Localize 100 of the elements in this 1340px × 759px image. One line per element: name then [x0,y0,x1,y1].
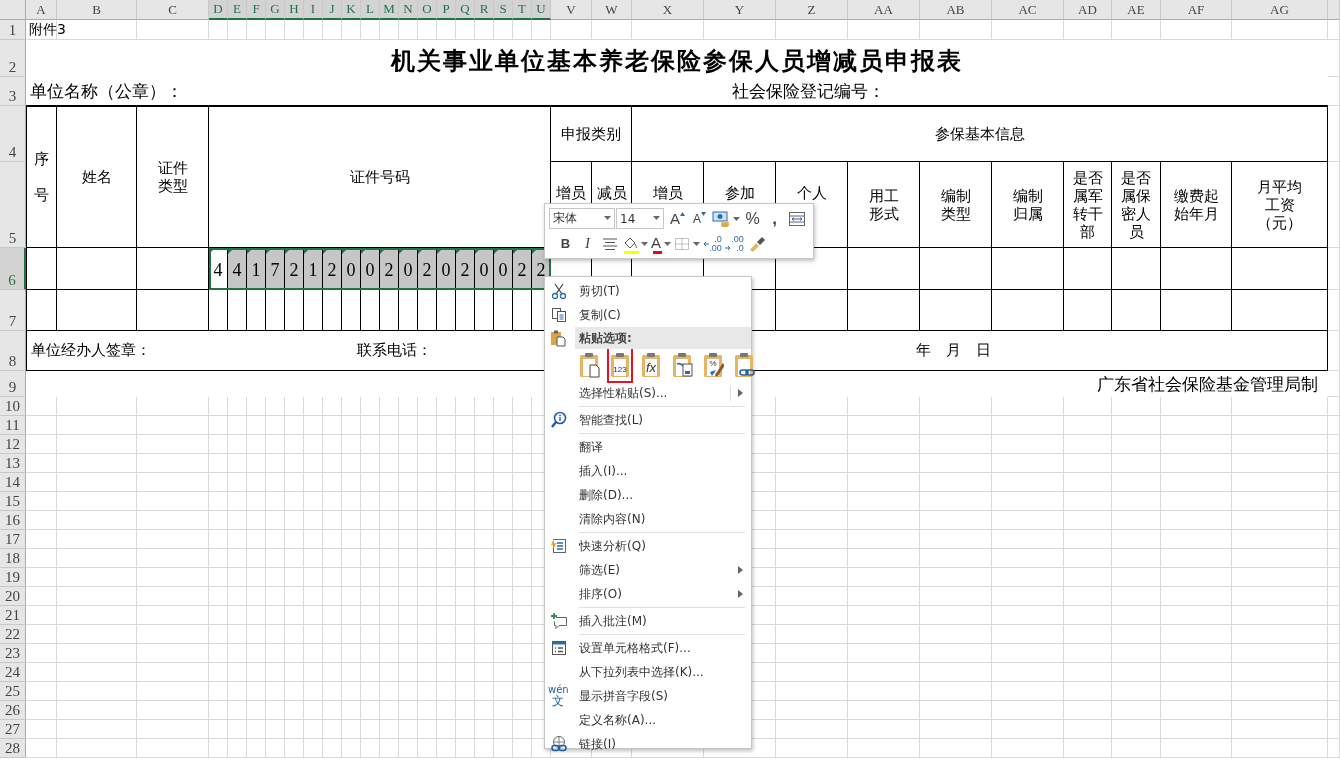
column-letter[interactable]: G [266,0,285,20]
column-letter[interactable]: AB [920,0,992,20]
row-number[interactable]: 10 [0,397,26,416]
column-letter[interactable]: K [342,0,361,20]
header-cell: 缴费起始年月 [1161,162,1232,248]
table-cell: 0 [361,248,380,290]
table-cell: 2 [380,248,399,290]
header-cell: 证件类型 [137,106,209,248]
row-number[interactable]: 25 [0,682,26,701]
row-number[interactable]: 16 [0,511,26,530]
column-letter[interactable]: AC [992,0,1064,20]
column-letter[interactable]: F [247,0,266,20]
row-number[interactable]: 8 [0,331,26,371]
table-cell: 2 [513,248,532,290]
column-letter[interactable]: H [285,0,304,20]
column-letter[interactable]: R [475,0,494,20]
table-cell: 2 [418,248,437,290]
column-letter[interactable]: M [380,0,399,20]
row-number[interactable]: 2 [0,40,26,77]
row-number[interactable]: 28 [0,739,26,758]
row-number[interactable]: 17 [0,530,26,549]
column-letter[interactable]: E [228,0,247,20]
column-letter[interactable]: O [418,0,437,20]
column-letter[interactable]: S [494,0,513,20]
column-letter[interactable]: X [632,0,704,20]
unit-name-label: 单位名称（公章）： [26,77,704,106]
column-letter[interactable]: A [26,0,57,20]
row-number[interactable]: 22 [0,625,26,644]
header-cell: 编制类型 [920,162,992,248]
column-letter[interactable]: C [137,0,209,20]
menu-item[interactable]: 设置单元格格式(F)... [545,636,751,660]
column-letter[interactable]: AG [1232,0,1328,20]
percent-button[interactable]: % [742,207,763,230]
column-letter[interactable]: Z [776,0,848,20]
column-letter[interactable]: L [361,0,380,20]
table-cell: 2 [285,248,304,290]
menu-item[interactable]: 删除(D)... [545,483,751,507]
menu-item[interactable]: 筛选(E) [545,558,751,582]
font-size-field[interactable]: 14 [616,208,664,229]
increase-font-button[interactable]: A [667,207,688,230]
column-letter[interactable]: B [57,0,137,20]
row-number[interactable]: 1 [0,20,26,40]
row-number[interactable]: 18 [0,549,26,568]
row-number[interactable]: 24 [0,663,26,682]
column-letter[interactable]: AF [1161,0,1232,20]
column-letter[interactable]: V [551,0,592,20]
row-number[interactable]: 26 [0,701,26,720]
header-cell: 编制归属 [992,162,1064,248]
form-title: 机关事业单位基本养老保险参保人员增减员申报表 [26,40,1328,77]
menu-item[interactable]: 插入批注(M) [545,609,751,633]
column-letter[interactable]: T [513,0,532,20]
row-number[interactable]: 20 [0,587,26,606]
column-letter[interactable]: D [209,0,228,20]
row-number[interactable]: 23 [0,644,26,663]
column-letter[interactable]: AE [1112,0,1161,20]
menu-item[interactable]: 链接(I) [545,732,751,756]
row-number[interactable]: 3 [0,77,26,106]
row-number[interactable]: 14 [0,473,26,492]
column-letter[interactable]: P [437,0,456,20]
row-number[interactable]: 7 [0,290,26,331]
menu-item[interactable]: 翻译 [545,435,751,459]
column-letter[interactable]: U [532,0,551,20]
menu-item[interactable]: 定义名称(A)... [545,708,751,732]
row-number[interactable]: 19 [0,568,26,587]
header-cell: 参保基本信息 [632,106,1328,162]
header-cell: 申报类别 [551,106,632,162]
header-cell: 用工形式 [848,162,920,248]
menu-item[interactable]: 插入(I)... [545,459,751,483]
row-number[interactable]: 13 [0,454,26,473]
table-cell: 0 [494,248,513,290]
column-letter[interactable]: W [592,0,632,20]
menu-item[interactable]: 清除内容(N) [545,507,751,531]
column-letter[interactable]: N [399,0,418,20]
registration-number-label: 社会保险登记编号： [704,77,1328,106]
row-number[interactable]: 11 [0,416,26,435]
menu-item[interactable]: 复制(C) [545,303,751,327]
row-number[interactable]: 12 [0,435,26,454]
menu-item[interactable]: 快速分析(Q) [545,534,751,558]
row-number[interactable]: 5 [0,162,26,248]
row-number[interactable]: 6 [0,248,26,290]
row-number[interactable]: 9 [0,371,26,397]
column-letter[interactable]: I [304,0,323,20]
column-letter[interactable]: Q [456,0,475,20]
row-number[interactable]: 4 [0,106,26,162]
menu-item[interactable]: 从下拉列表中选择(K)... [545,660,751,684]
row-number[interactable]: 21 [0,606,26,625]
table-cell: 0 [399,248,418,290]
row-number[interactable]: 15 [0,492,26,511]
font-name-field[interactable]: 宋体 [549,208,615,229]
column-letter[interactable]: AD [1064,0,1112,20]
column-letter[interactable]: Y [704,0,776,20]
column-letter[interactable]: J [323,0,342,20]
column-letter[interactable]: AA [848,0,920,20]
header-cell: 证件号码 [209,106,551,248]
table-cell: 4 [228,248,247,290]
menu-item[interactable]: 排序(O) [545,582,751,606]
row-number[interactable]: 27 [0,720,26,739]
pinyin-icon: wén 文 [548,684,569,708]
menu-item[interactable]: 智能查找(L) [545,408,751,432]
table-cell: 1 [247,248,266,290]
